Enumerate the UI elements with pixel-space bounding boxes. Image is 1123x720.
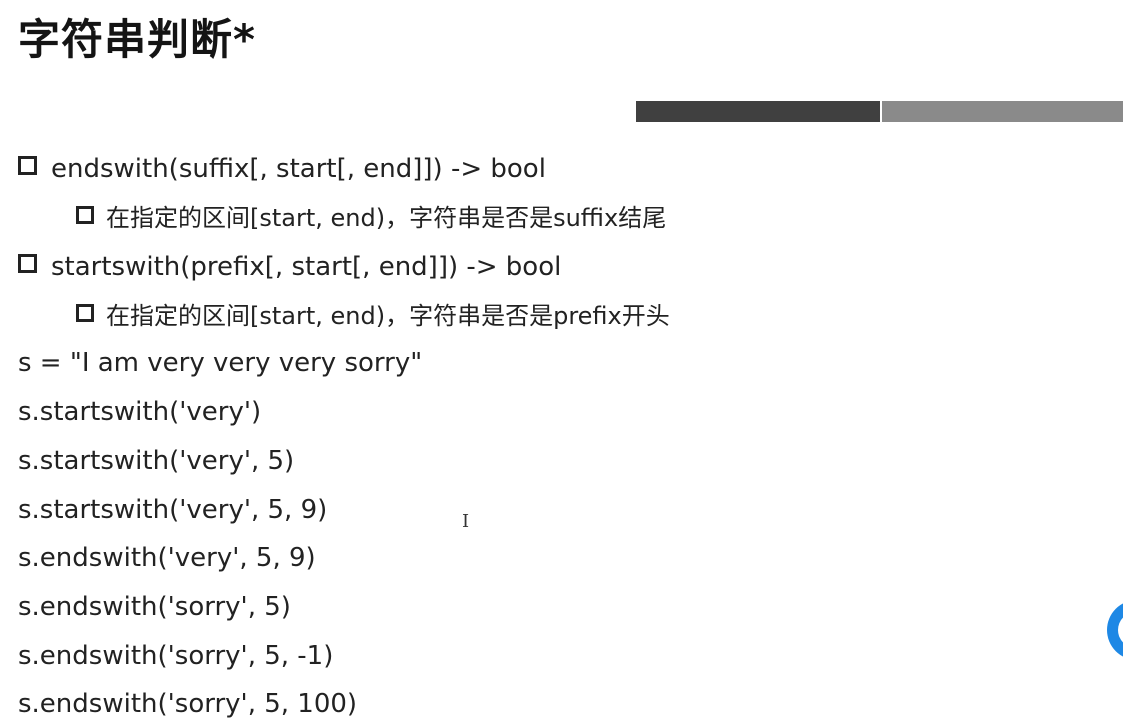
code-line: s.startswith('very', 5, 9): [18, 495, 328, 525]
square-bullet-icon: [76, 206, 94, 224]
code-line: s.startswith('very', 5): [18, 446, 295, 476]
bullet-endswith: endswith(suffix[, start[, end]]) -> bool: [18, 153, 546, 185]
sub-bullet-text: 在指定的区间[start, end)，字符串是否是prefix开头: [106, 302, 670, 330]
sub-bullet-text: 在指定的区间[start, end)，字符串是否是suffix结尾: [106, 204, 667, 232]
code-line: s.endswith('very', 5, 9): [18, 543, 316, 573]
square-bullet-icon: [18, 254, 37, 273]
square-bullet-icon: [18, 156, 37, 175]
bullet-text: startswith(prefix[, start[, end]]) -> bo…: [51, 252, 562, 282]
code-line: s.startswith('very'): [18, 397, 262, 427]
page-title: 字符串判断*: [18, 15, 256, 64]
code-line: s.endswith('sorry', 5): [18, 592, 291, 622]
bullet-startswith: startswith(prefix[, start[, end]]) -> bo…: [18, 251, 561, 283]
code-line: s.endswith('sorry', 5, 100): [18, 689, 358, 719]
bullet-text: endswith(suffix[, start[, end]]) -> bool: [51, 154, 546, 184]
accent-bar-dark: [636, 101, 880, 122]
square-bullet-icon: [76, 304, 94, 322]
code-line: s = "I am very very very sorry": [18, 348, 423, 378]
text-cursor-icon: I: [462, 511, 470, 532]
code-line: s.endswith('sorry', 5, -1): [18, 641, 334, 671]
sub-bullet-startswith: 在指定的区间[start, end)，字符串是否是prefix开头: [76, 300, 670, 332]
accent-bar-light: [882, 101, 1123, 122]
sub-bullet-endswith: 在指定的区间[start, end)，字符串是否是suffix结尾: [76, 202, 666, 234]
